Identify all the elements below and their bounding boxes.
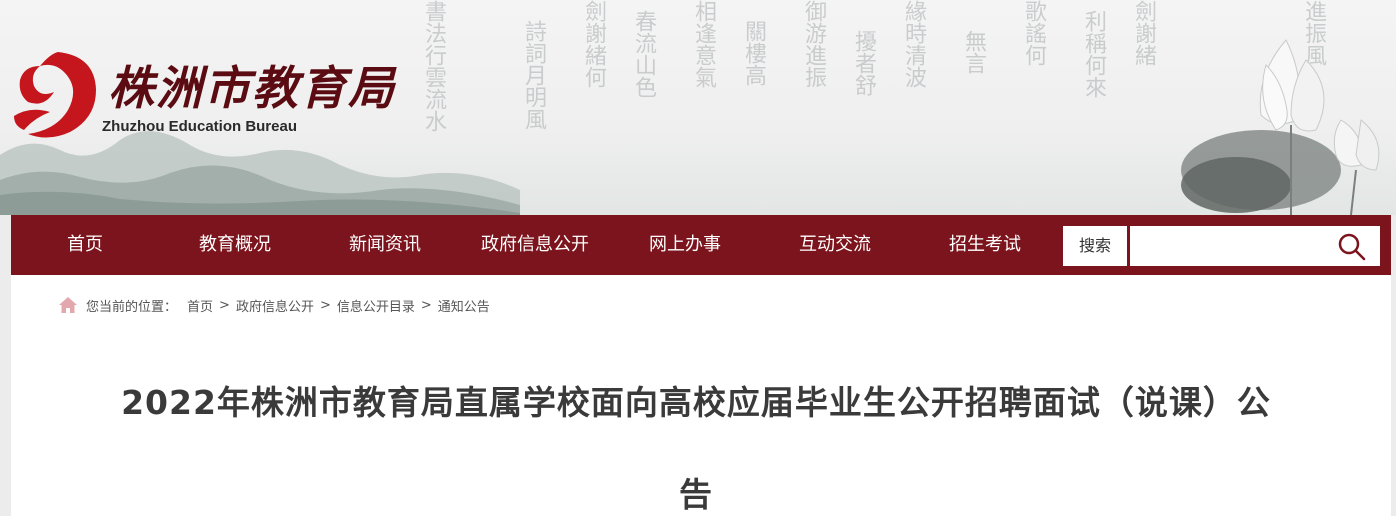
breadcrumb-separator: > bbox=[420, 297, 432, 313]
lotus-flower-image bbox=[1181, 39, 1380, 215]
calligraphy-decoration: 關樓高 bbox=[741, 20, 766, 86]
nav-item-online-services[interactable]: 网上办事 bbox=[635, 215, 735, 275]
breadcrumb: 您当前的位置： 首页 > 政府信息公开 > 信息公开目录 > 通知公告 bbox=[58, 295, 490, 315]
calligraphy-decoration: 歌謠何 bbox=[1021, 0, 1046, 66]
calligraphy-decoration: 劍謝緒 bbox=[1131, 0, 1156, 66]
calligraphy-decoration: 春流山色 bbox=[631, 10, 656, 98]
article-title-line: 告 bbox=[679, 475, 713, 514]
breadcrumb-item-home[interactable]: 首页 bbox=[187, 296, 213, 315]
logo-title: 株洲市教育局 bbox=[108, 61, 396, 115]
calligraphy-decoration: 御游進振 bbox=[801, 0, 826, 88]
calligraphy-decoration: 劍謝緒何 bbox=[581, 0, 606, 88]
breadcrumb-item-gov-info[interactable]: 政府信息公开 bbox=[236, 296, 314, 315]
calligraphy-decoration: 擾者舒 bbox=[851, 30, 876, 96]
breadcrumb-separator: > bbox=[319, 297, 331, 313]
calligraphy-decoration: 相逢意氣 bbox=[691, 0, 716, 88]
main-nav: 首页 教育概况 新闻资讯 政府信息公开 网上办事 互动交流 招生考试 搜索 bbox=[11, 215, 1391, 275]
search-icon[interactable] bbox=[1336, 231, 1368, 263]
nav-item-education-overview[interactable]: 教育概况 bbox=[185, 215, 285, 275]
page: 書法行雲流水 詩詞月明風 劍謝緒何 春流山色 相逢意氣 關樓高 御游進振 擾者舒… bbox=[0, 0, 1396, 516]
logo-subtitle: Zhuzhou Education Bureau bbox=[102, 118, 297, 135]
search-label: 搜索 bbox=[1063, 226, 1127, 266]
nav-item-home[interactable]: 首页 bbox=[35, 215, 135, 275]
calligraphy-decoration: 詩詞月明風 bbox=[521, 20, 546, 130]
home-icon bbox=[59, 297, 77, 313]
breadcrumb-item-info-directory[interactable]: 信息公开目录 bbox=[337, 296, 415, 315]
header-banner: 書法行雲流水 詩詞月明風 劍謝緒何 春流山色 相逢意氣 關樓高 御游進振 擾者舒… bbox=[0, 0, 1396, 215]
calligraphy-decoration: 利稱何來 bbox=[1081, 10, 1106, 98]
breadcrumb-item-notices[interactable]: 通知公告 bbox=[438, 296, 490, 315]
nav-item-gov-info[interactable]: 政府信息公开 bbox=[470, 215, 600, 275]
nav-item-admissions[interactable]: 招生考试 bbox=[935, 215, 1035, 275]
calligraphy-decoration: 無言 bbox=[961, 30, 986, 74]
nav-item-interaction[interactable]: 互动交流 bbox=[785, 215, 885, 275]
red-flame-emblem-icon bbox=[14, 52, 96, 138]
calligraphy-decoration: 緣時清波 bbox=[901, 0, 926, 88]
content-area: 您当前的位置： 首页 > 政府信息公开 > 信息公开目录 > 通知公告 2022… bbox=[11, 275, 1391, 516]
site-logo[interactable]: 株洲市教育局 Zhuzhou Education Bureau bbox=[10, 46, 394, 146]
breadcrumb-separator: > bbox=[219, 297, 230, 313]
nav-item-news[interactable]: 新闻资讯 bbox=[335, 215, 435, 275]
article-title: 2022年株洲市教育局直属学校面向高校应届毕业生公开招聘面试（说课）公 告 bbox=[121, 357, 1271, 516]
article-title-line: 2022年株洲市教育局直属学校面向高校应届毕业生公开招聘面试（说课）公 bbox=[121, 383, 1271, 422]
breadcrumb-prefix: 您当前的位置： bbox=[86, 299, 178, 315]
